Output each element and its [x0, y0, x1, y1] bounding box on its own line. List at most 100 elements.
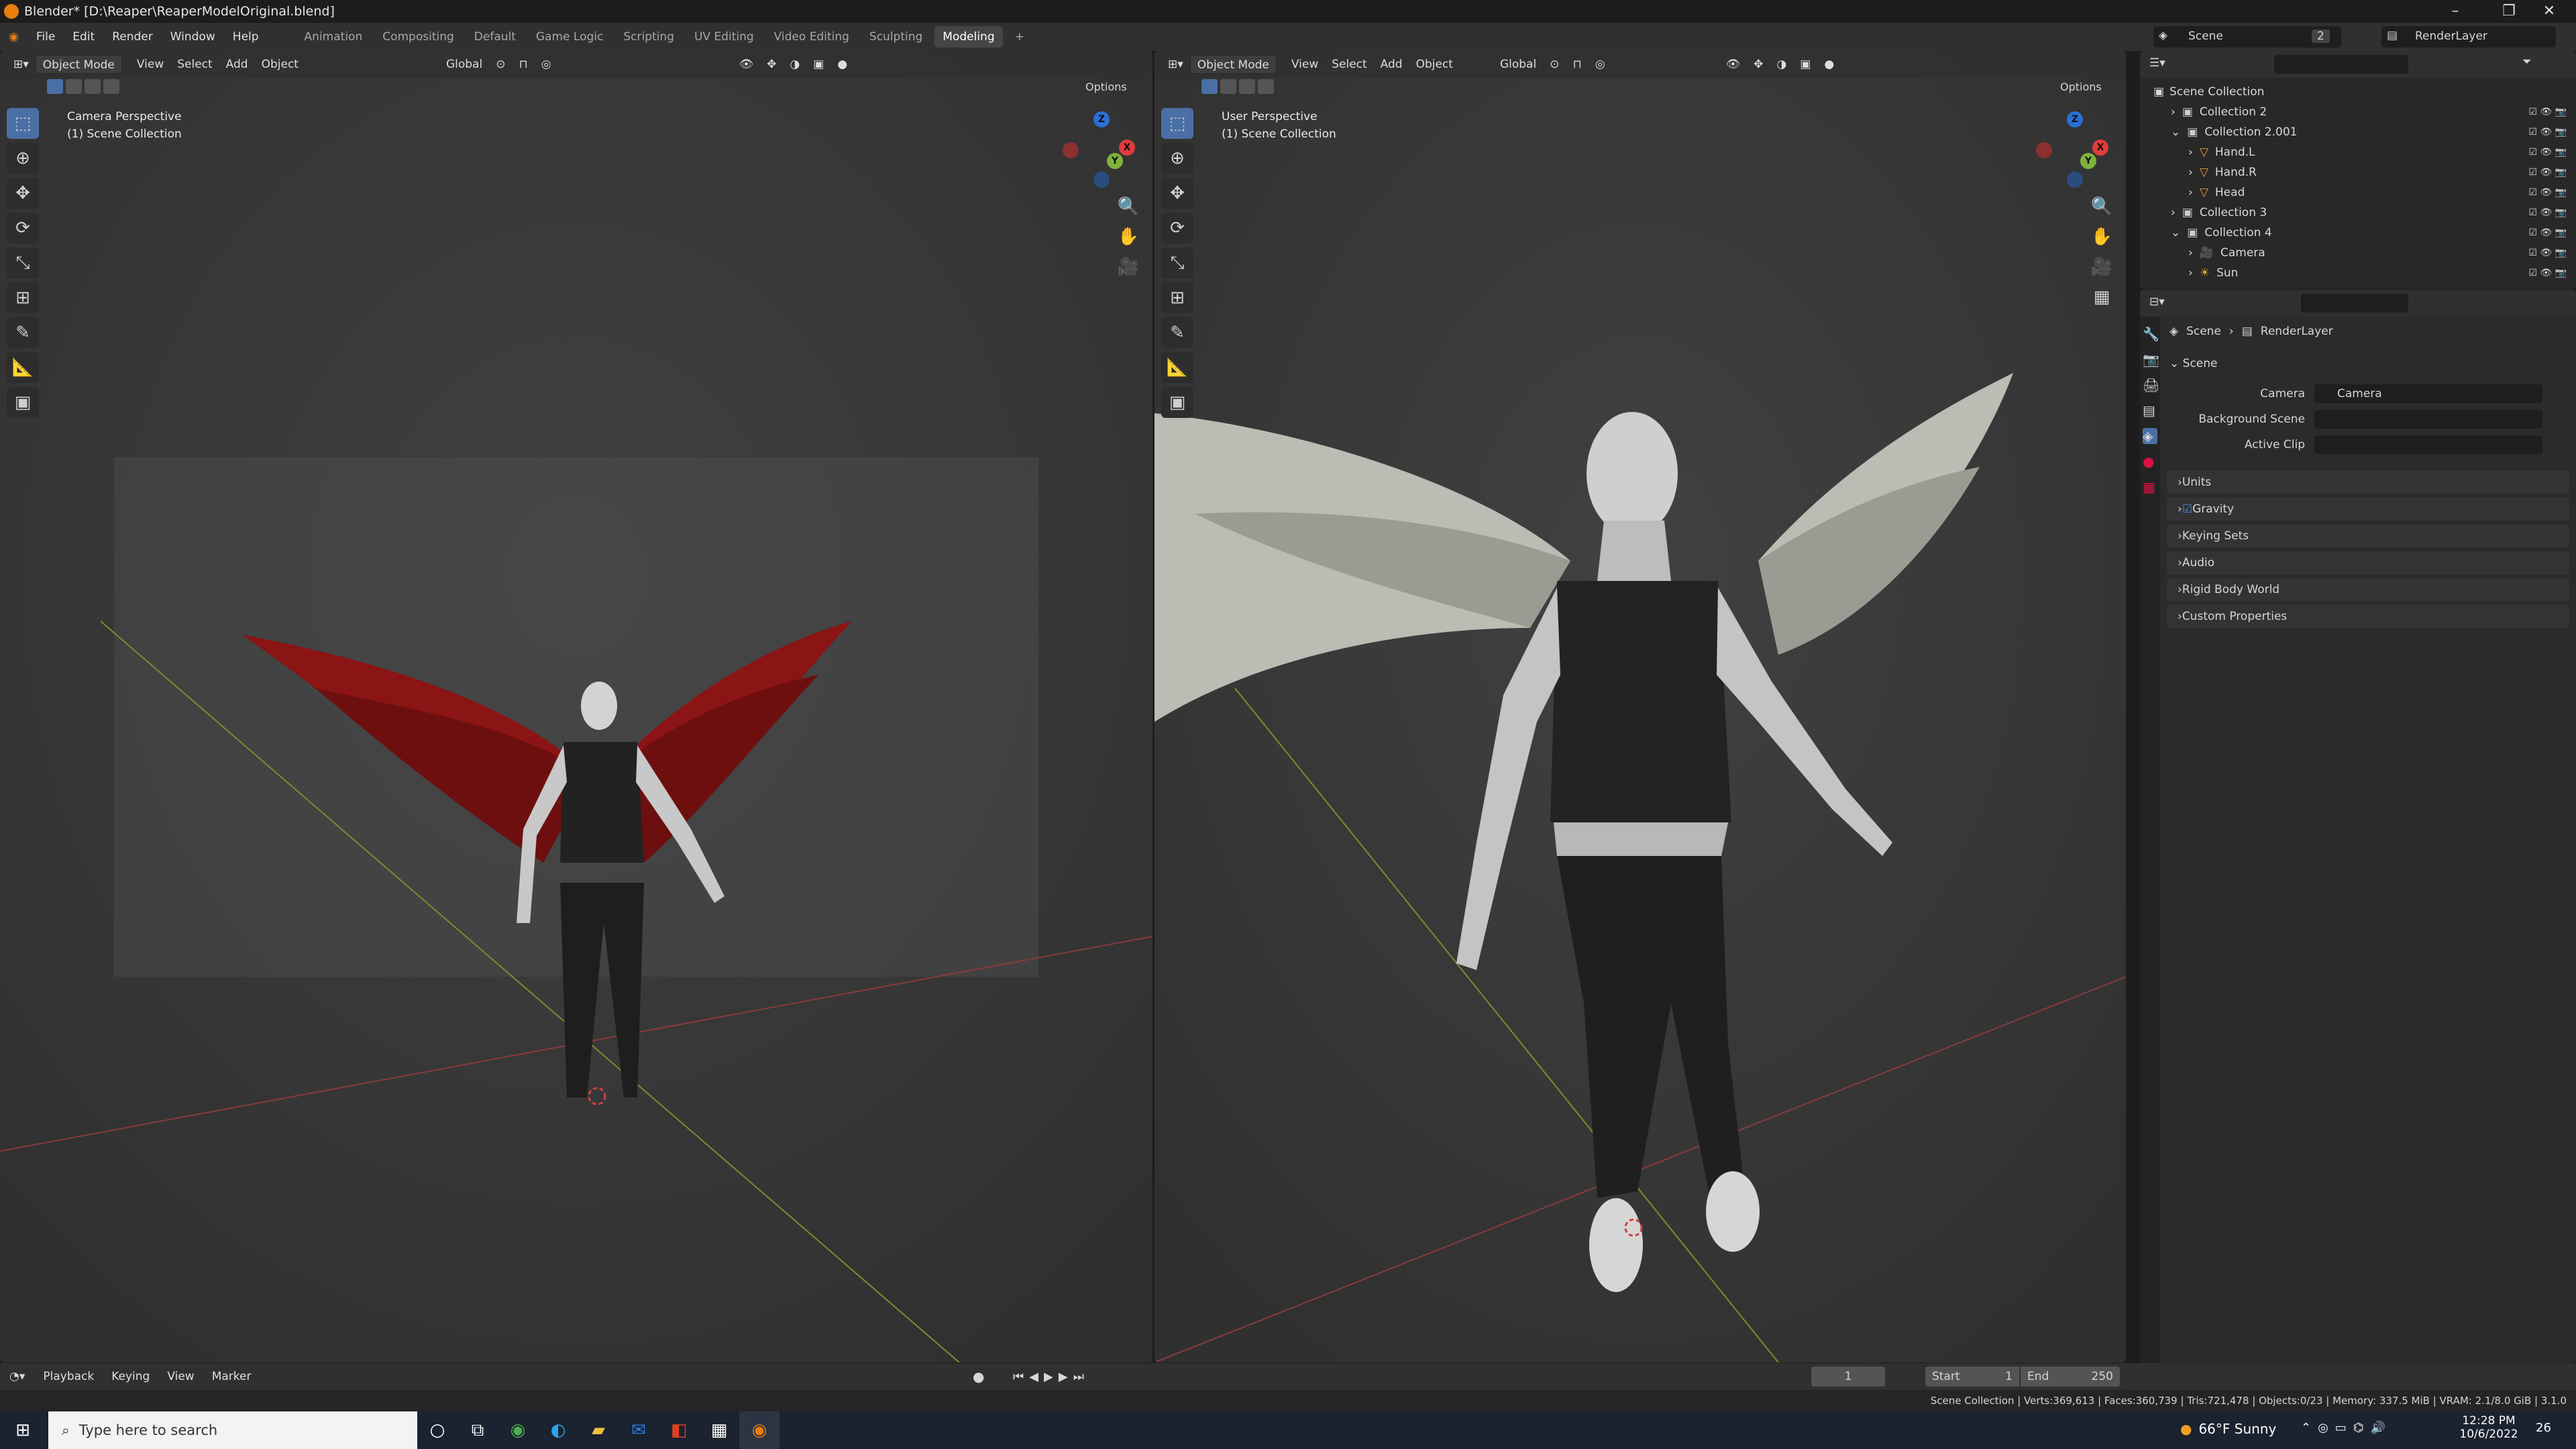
frame-start-field[interactable]: Start 1 [1925, 1366, 2019, 1387]
scale-tool-icon[interactable]: ⤡ [7, 248, 39, 278]
menu-file[interactable]: File [28, 23, 64, 51]
notification-center-icon[interactable]: 26 [2536, 1421, 2551, 1435]
gizmo-x-icon[interactable]: X [1119, 140, 1135, 156]
panel-rigid-body-world[interactable]: › Rigid Body World [2167, 578, 2569, 601]
pivot-icon[interactable]: ⊙ [1543, 55, 1566, 74]
select-extend-icon[interactable] [1220, 79, 1236, 94]
chevron-right-icon[interactable]: › [2188, 146, 2193, 159]
chevron-right-icon[interactable]: › [2171, 206, 2176, 219]
visibility-toggles-icon[interactable]: ☑ 👁 📷 [2528, 207, 2567, 218]
select-extend-icon[interactable] [66, 79, 82, 94]
gizmo-toggle-icon[interactable]: ✥ [1747, 55, 1770, 74]
current-frame-field[interactable]: 1 [1811, 1366, 1885, 1387]
viewport-right[interactable]: ⊞▾ Object Mode View Select Add Object Gl… [1155, 51, 2126, 1362]
proportional-edit-icon[interactable]: ◎ [1589, 55, 1612, 74]
output-tab-icon[interactable]: 🖨 [2143, 377, 2159, 393]
view-layer-selector[interactable]: ▤ RenderLayer [2381, 26, 2556, 48]
view-menu[interactable]: View [1285, 55, 1325, 74]
ortho-grid-icon[interactable]: ▦ [2087, 282, 2116, 312]
scale-tool-icon[interactable]: ⤡ [1161, 248, 1193, 278]
playback-controls-icon[interactable]: ⏮◀▶▶⏭ [1013, 1370, 1089, 1384]
annotate-tool-icon[interactable]: ✎ [1161, 317, 1193, 348]
close-icon[interactable]: ✕ [2522, 0, 2576, 23]
transform-tool-icon[interactable]: ⊞ [1161, 282, 1193, 313]
visibility-toggles-icon[interactable]: ☑ 👁 📷 [2528, 268, 2567, 278]
snap-icon[interactable]: ⊓ [1566, 55, 1588, 74]
chevron-down-icon[interactable]: ⌄ [2171, 226, 2180, 239]
tab-video-editing[interactable]: Video Editing [766, 26, 857, 48]
tab-scripting[interactable]: Scripting [615, 26, 682, 48]
camera-view-icon[interactable]: 🎥 [2087, 252, 2116, 282]
pivot-icon[interactable]: ⊙ [489, 55, 512, 74]
select-intersect-icon[interactable] [1258, 79, 1274, 94]
outliner-editor-icon[interactable]: ☰▾ [2149, 56, 2165, 70]
clock[interactable]: 12:28 PM 10/6/2022 [2455, 1414, 2522, 1441]
menu-window[interactable]: Window [162, 23, 224, 51]
panel-keying-sets[interactable]: › Keying Sets [2167, 525, 2569, 547]
gizmo-x-icon[interactable]: X [2092, 140, 2108, 156]
render-tab-icon[interactable]: 📷 [2143, 352, 2159, 368]
zoom-icon[interactable]: 🔍 [1114, 192, 1143, 221]
add-cube-tool-icon[interactable]: ▣ [1161, 387, 1193, 418]
visibility-toggles-icon[interactable]: ☑ 👁 📷 [2528, 107, 2567, 117]
chevron-right-icon[interactable]: › [2188, 266, 2193, 280]
visibility-icon[interactable]: 👁 [1719, 55, 1748, 74]
gizmo-y-icon[interactable]: Y [2080, 153, 2096, 169]
scene-selector[interactable]: ◈ Scene 2 [2153, 26, 2341, 48]
visibility-toggles-icon[interactable]: ☑ 👁 📷 [2528, 227, 2567, 238]
object-mode-dropdown[interactable]: Object Mode [35, 55, 122, 74]
marker-menu[interactable]: Marker [203, 1362, 260, 1391]
measure-tool-icon[interactable]: 📐 [7, 352, 39, 383]
navigation-gizmo-left[interactable]: Z X Y [1060, 111, 1140, 192]
properties-search-input[interactable] [2301, 294, 2408, 313]
tab-game-logic[interactable]: Game Logic [528, 26, 611, 48]
visibility-toggles-icon[interactable]: ☑ 👁 📷 [2528, 127, 2567, 138]
blender-menu-icon[interactable]: ◉ [0, 23, 28, 51]
menu-help[interactable]: Help [224, 23, 268, 51]
editor-type-icon[interactable]: ⊞▾ [1161, 55, 1190, 74]
outliner-root[interactable]: ▣ Scene Collection [2140, 82, 2576, 102]
orientation-dropdown[interactable]: Global [439, 55, 489, 74]
frame-end-field[interactable]: End 250 [2021, 1366, 2120, 1387]
add-workspace-icon[interactable]: + [1007, 26, 1032, 48]
property-field[interactable]: Camera [2314, 384, 2542, 403]
mail-icon[interactable]: ✉ [619, 1411, 659, 1449]
viewport-left[interactable]: ⊞▾ Object Mode View Select Add Object Gl… [0, 51, 1152, 1362]
gizmo-z-icon[interactable]: Z [1093, 111, 1110, 127]
outliner-item[interactable]: ⌄ ▣ Collection 4 ☑ 👁 📷 [2140, 223, 2576, 243]
timeline-view-menu[interactable]: View [158, 1362, 203, 1391]
store-icon[interactable]: ▦ [699, 1411, 739, 1449]
chevron-right-icon[interactable]: › [2188, 186, 2193, 199]
outliner-item[interactable]: › 🎥 Camera ☑ 👁 📷 [2140, 243, 2576, 263]
select-intersect-icon[interactable] [103, 79, 119, 94]
chevron-right-icon[interactable]: › [2171, 105, 2176, 119]
editor-type-icon[interactable]: ⊞▾ [7, 55, 36, 74]
gravity-checkbox[interactable]: ☑ [2182, 502, 2192, 516]
keying-menu[interactable]: Keying [103, 1362, 158, 1391]
tab-compositing[interactable]: Compositing [374, 26, 462, 48]
select-new-icon[interactable] [47, 79, 63, 94]
tab-default[interactable]: Default [466, 26, 524, 48]
outliner-item[interactable]: › ▽ Head ☑ 👁 📷 [2140, 182, 2576, 203]
proportional-edit-icon[interactable]: ◎ [535, 55, 558, 74]
visibility-toggles-icon[interactable]: ☑ 👁 📷 [2528, 167, 2567, 178]
property-field[interactable] [2314, 435, 2542, 454]
pan-hand-icon[interactable]: ✋ [1114, 222, 1143, 252]
rotate-tool-icon[interactable]: ⟳ [7, 213, 39, 244]
world-tab-icon[interactable]: ● [2143, 453, 2157, 470]
menu-edit[interactable]: Edit [64, 23, 103, 51]
task-view-icon[interactable]: ⧉ [458, 1411, 498, 1449]
panel-audio[interactable]: › Audio [2167, 551, 2569, 574]
select-menu[interactable]: Select [1325, 55, 1373, 74]
tab-sculpting[interactable]: Sculpting [861, 26, 930, 48]
measure-tool-icon[interactable]: 📐 [1161, 352, 1193, 383]
view-layer-tab-icon[interactable]: ▤ [2143, 402, 2157, 419]
cortana-icon[interactable]: ○ [417, 1411, 458, 1449]
select-subtract-icon[interactable] [85, 79, 101, 94]
annotate-tool-icon[interactable]: ✎ [7, 317, 39, 348]
overlays-icon[interactable]: ◑ [783, 55, 806, 74]
gizmo-y-icon[interactable]: Y [1107, 153, 1123, 169]
navigation-gizmo-right[interactable]: Z X Y [2033, 111, 2114, 192]
menu-render[interactable]: Render [103, 23, 162, 51]
system-tray-icons[interactable]: ⌃◎▭⌬🔊 [2301, 1421, 2392, 1435]
